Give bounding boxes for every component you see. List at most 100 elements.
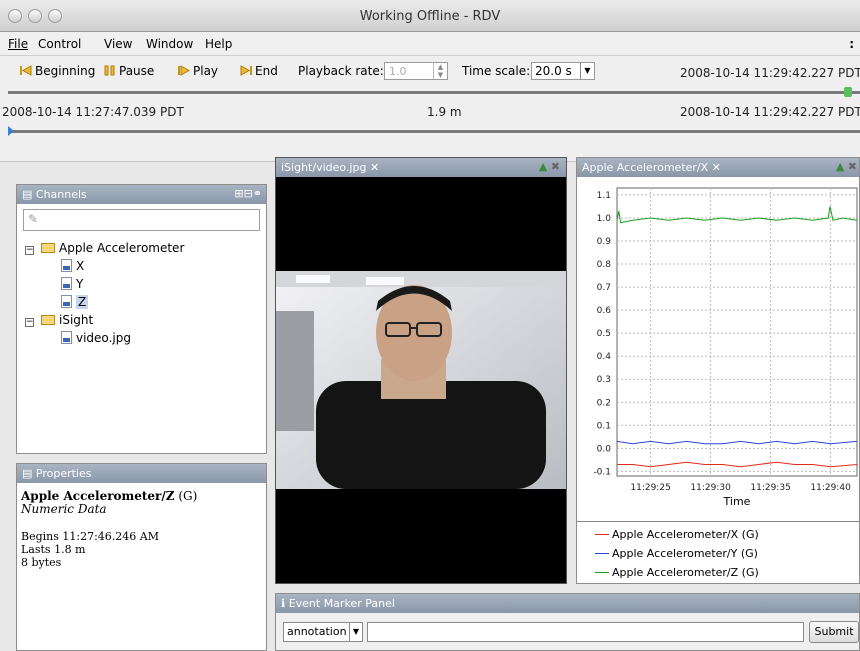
legend-swatch (595, 553, 609, 554)
beginning-icon (20, 65, 32, 76)
location-slider-thumb[interactable] (844, 87, 852, 97)
y-tick-label: -0.1 (593, 467, 611, 477)
expand-all-icon[interactable]: ⊞ (234, 187, 243, 200)
event-marker-panel: ℹ Event Marker Panel annotation ▼ Submit (275, 593, 860, 651)
property-begins: Begins 11:27:46.246 AM (21, 530, 159, 543)
channels-icon: ▤ (22, 188, 36, 201)
y-tick-label: 0.1 (597, 421, 611, 431)
y-tick-label: 0.9 (597, 237, 612, 247)
menu-window[interactable]: Window (146, 37, 193, 51)
play-label: Play (193, 64, 219, 78)
overflow-icon: : (849, 37, 854, 51)
duration-label: 1.9 m (427, 105, 462, 119)
properties-icon: ▤ (22, 467, 36, 480)
end-label: End (255, 64, 278, 78)
tree-label: video.jpg (76, 331, 131, 345)
close-tab-icon[interactable]: ✕ (370, 161, 379, 174)
channel-filter-input[interactable]: ✎ (23, 209, 260, 231)
beginning-button[interactable]: Beginning (20, 64, 95, 78)
properties-title: Properties (35, 467, 92, 480)
event-text-input[interactable] (367, 622, 804, 642)
close-icon[interactable]: ✖ (848, 160, 857, 173)
beginning-label: Beginning (35, 64, 96, 78)
playback-rate-value: 1.0 (389, 65, 407, 78)
property-lasts: Lasts 1.8 m (21, 543, 86, 556)
location-slider-track[interactable] (8, 91, 860, 94)
legend-swatch (595, 572, 609, 573)
tree-item-z[interactable]: Z (61, 295, 89, 309)
event-type-select[interactable]: annotation ▼ (283, 622, 363, 642)
chart-panel: Apple Accelerometer/X ✕ ▲ ✖ 1.1 1.0 0.9 0.8… (576, 157, 860, 584)
property-name: Apple Accelerometer/Z (21, 489, 175, 503)
timeline-slider-track[interactable] (8, 130, 860, 133)
playback-toolbar: Beginning Pause Play End Playback rate: … (0, 56, 860, 162)
numeric-channel-icon (61, 259, 72, 272)
tree-item-video[interactable]: video.jpg (61, 331, 131, 345)
collapse-toggle-icon[interactable]: − (25, 318, 34, 327)
tree-node-apple-accelerometer[interactable]: − Apple Accelerometer (25, 241, 184, 255)
maximize-icon[interactable]: ▲ (539, 160, 547, 173)
chart-legend: Apple Accelerometer/X (G) Apple Accelero… (577, 521, 859, 583)
playback-rate-label: Playback rate: (298, 64, 384, 78)
x-tick-label: 11:29:25 (630, 483, 670, 493)
time-scale-select[interactable]: 20.0 s ▼ (531, 62, 595, 80)
video-title: iSight/video.jpg (281, 161, 367, 174)
tree-label: Z (76, 295, 89, 309)
x-tick-label: 11:29:40 (810, 483, 851, 493)
numeric-channel-icon (61, 295, 72, 308)
video-frame (276, 271, 566, 489)
time-end: 2008-10-14 11:29:42.227 PDT (680, 105, 860, 119)
tree-label: iSight (59, 313, 94, 327)
event-header: ℹ Event Marker Panel (276, 594, 859, 613)
y-tick-label: 0.5 (597, 329, 611, 339)
tree-node-isight[interactable]: − iSight (25, 313, 93, 327)
tree-item-x[interactable]: X (61, 259, 84, 273)
event-title: Event Marker Panel (288, 597, 395, 610)
menu-bar: File Control View Window Help : (0, 32, 860, 56)
channels-panel: ▤ Channels ⊞⊟⚭ ✎ − Apple Accelerometer X … (16, 184, 267, 454)
chart-title: Apple Accelerometer/X (582, 161, 709, 174)
legend-label: Apple Accelerometer/X (G) (612, 528, 759, 541)
legend-item-y: Apple Accelerometer/Y (G) (595, 547, 758, 560)
close-icon[interactable]: ✖ (551, 160, 560, 173)
playback-rate-spinner[interactable]: 1.0 ▲ ▼ (384, 62, 448, 80)
filter-icon: ✎ (28, 212, 39, 226)
collapse-all-icon[interactable]: ⊟ (244, 187, 253, 200)
current-time-top: 2008-10-14 11:29:42.227 PDT (680, 66, 860, 80)
link-icon[interactable]: ⚭ (253, 187, 262, 200)
channels-tools: ⊞⊟⚭ (234, 187, 262, 200)
property-unit: (G) (178, 489, 198, 503)
menu-view[interactable]: View (104, 37, 132, 51)
end-icon (240, 65, 252, 76)
property-name-row: Apple Accelerometer/Z (G) (21, 489, 197, 503)
y-tick-label: 1.0 (597, 214, 612, 224)
maximize-icon[interactable]: ▲ (836, 160, 844, 173)
collapse-toggle-icon[interactable]: − (25, 246, 34, 255)
menu-help[interactable]: Help (205, 37, 232, 51)
menu-control[interactable]: Control (38, 37, 81, 51)
video-panel: iSight/video.jpg ✕ ▲ ✖ (275, 157, 567, 584)
image-channel-icon (61, 331, 72, 344)
play-icon (178, 65, 191, 76)
pause-button[interactable]: Pause (104, 64, 154, 78)
tree-item-y[interactable]: Y (61, 277, 83, 291)
panel-controls: ▲ ✖ (539, 160, 560, 173)
x-tick-label: 11:29:30 (690, 483, 731, 493)
channels-title: Channels (35, 188, 87, 201)
channels-header: ▤ Channels ⊞⊟⚭ (17, 185, 266, 204)
y-tick-label: 0.4 (597, 352, 612, 362)
end-button[interactable]: End (240, 64, 278, 78)
property-size: 8 bytes (21, 556, 62, 569)
y-tick-label: 1.1 (597, 191, 611, 201)
menu-file[interactable]: File (8, 37, 28, 51)
y-tick-label: 0.7 (597, 283, 611, 293)
chevron-down-icon: ▼ (580, 63, 594, 79)
submit-button[interactable]: Submit (809, 621, 859, 643)
timeline-slider-thumb[interactable] (8, 126, 14, 136)
folder-open-icon (41, 315, 55, 325)
info-icon: ℹ (281, 597, 289, 610)
close-tab-icon[interactable]: ✕ (712, 161, 721, 174)
numeric-channel-icon (61, 277, 72, 290)
spinner-arrows-icon[interactable]: ▲ ▼ (433, 63, 447, 79)
play-button[interactable]: Play (178, 64, 218, 78)
